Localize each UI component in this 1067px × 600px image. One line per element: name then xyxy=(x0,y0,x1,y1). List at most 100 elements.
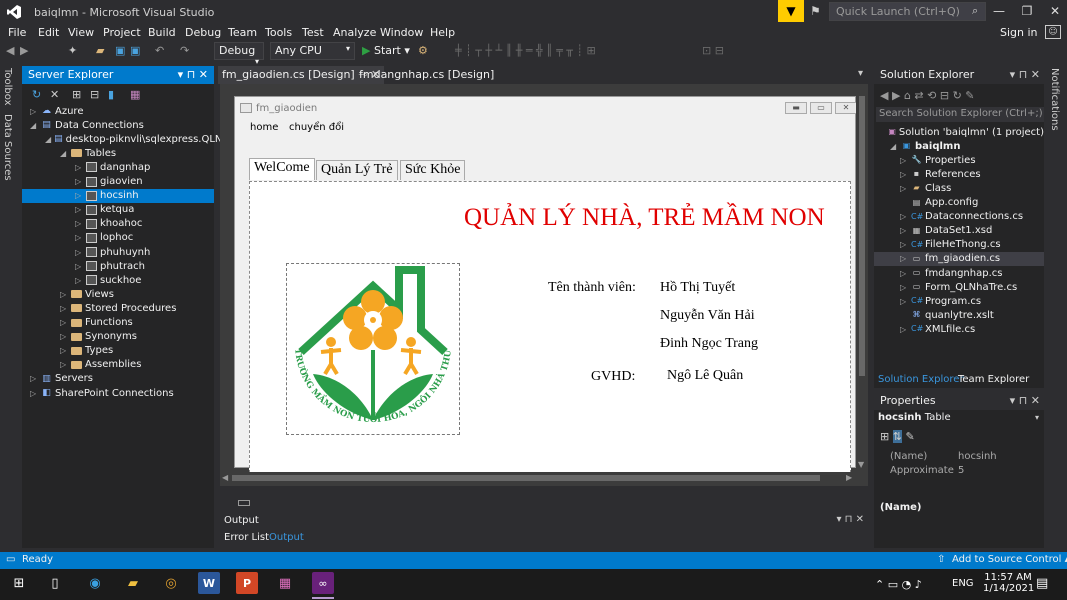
scroll-left-icon[interactable]: ◀ xyxy=(222,473,228,482)
horizontal-scroll-thumb[interactable] xyxy=(232,475,820,481)
form-menu-chuyen-doi[interactable]: chuyển đổi xyxy=(289,122,344,133)
system-tray-icons[interactable]: ⌃ ▭ ◔ ♪ xyxy=(875,578,922,591)
expand-arrow-icon[interactable]: ▷ xyxy=(900,269,908,278)
property-value-2[interactable]: 5 xyxy=(958,465,964,476)
solution-tree-item[interactable]: ⌘ quanlytre.xslt xyxy=(874,308,1044,322)
server-tree-item[interactable]: ▷ khoahoc xyxy=(22,217,214,231)
solution-tree-item[interactable]: ▷ ▪ References xyxy=(874,167,1044,181)
toolbox-tab[interactable]: Toolbox xyxy=(2,68,13,106)
new-project-icon[interactable]: ✦ xyxy=(68,44,77,58)
notifications-tab[interactable]: Notifications xyxy=(1049,68,1060,131)
server-tree-item[interactable]: ▷ ketqua xyxy=(22,203,214,217)
solution-tree-item[interactable]: ▷ C# FileHeThong.cs xyxy=(874,238,1044,252)
redo-icon[interactable]: ↷ xyxy=(180,44,189,58)
expand-arrow-icon[interactable]: ▷ xyxy=(900,184,908,193)
word-icon[interactable]: W xyxy=(198,572,220,594)
photos-icon[interactable]: ▦ xyxy=(274,572,296,594)
expand-arrow-icon[interactable]: ▷ xyxy=(900,254,908,263)
server-tree-item[interactable]: ▷ Functions xyxy=(22,316,214,330)
expand-arrow-icon[interactable]: ▷ xyxy=(60,346,68,355)
chevron-down-icon[interactable]: ▾ xyxy=(1035,413,1039,422)
tab-fmdangnhap-design[interactable]: fmdangnhap.cs [Design] xyxy=(355,66,498,84)
expand-arrow-icon[interactable]: ▷ xyxy=(75,191,83,200)
tab-team-explorer[interactable]: Team Explorer xyxy=(958,374,1029,385)
undo-icon[interactable]: ↶ xyxy=(155,44,164,58)
server-tree-item[interactable]: ▷ ◧ SharePoint Connections xyxy=(22,386,214,400)
alphabetical-icon[interactable]: ⇅ xyxy=(892,430,902,443)
solution-tree-item[interactable]: ▷ C# XMLfile.cs xyxy=(874,322,1044,336)
server-tree-item[interactable]: ▷ Stored Procedures xyxy=(22,301,214,315)
chrome-icon[interactable]: ◎ xyxy=(160,572,182,594)
expand-arrow-icon[interactable]: ▷ xyxy=(75,262,83,271)
solution-tree-item[interactable]: ▣ Solution 'baiqlmn' (1 project) xyxy=(874,125,1044,139)
expand-arrow-icon[interactable]: ▷ xyxy=(60,304,68,313)
server-tree-item[interactable]: ▷ giaovien xyxy=(22,175,214,189)
panel-controls[interactable]: ▾ ⊓ ✕ xyxy=(836,514,864,525)
menu-strip-component-icon[interactable] xyxy=(238,500,250,506)
expand-arrow-icon[interactable]: ▷ xyxy=(60,360,68,369)
expand-arrow-icon[interactable]: ▷ xyxy=(900,283,908,292)
language-indicator[interactable]: ENG xyxy=(952,578,974,589)
refresh-icon[interactable]: ↻ xyxy=(32,88,41,102)
expand-arrow-icon[interactable]: ▷ xyxy=(900,240,908,249)
volume-icon[interactable]: ♪ xyxy=(915,578,922,591)
property-value-1[interactable]: hocsinh xyxy=(958,451,997,462)
server-tree-item[interactable]: ▷ Assemblies xyxy=(22,358,214,372)
solution-search-input[interactable]: Search Solution Explorer (Ctrl+;) xyxy=(876,107,1044,122)
form-close-button[interactable]: ✕ xyxy=(835,102,857,114)
menu-tools[interactable]: Tools xyxy=(265,26,292,39)
azure-connect-icon[interactable]: ▮ xyxy=(108,88,114,102)
start-button[interactable]: ▶ Start ▾ xyxy=(362,44,410,57)
menu-team[interactable]: Team xyxy=(228,26,257,39)
property-object-selector[interactable]: hocsinh Table xyxy=(878,412,951,423)
server-tree-item[interactable]: ◢ ▤ Data Connections xyxy=(22,118,214,132)
powerpoint-icon[interactable]: P xyxy=(236,572,258,594)
tab-output[interactable]: Output xyxy=(269,532,304,543)
menu-test[interactable]: Test xyxy=(302,26,324,39)
connect-server-icon[interactable]: ⊟ xyxy=(90,88,99,102)
wrench-icon[interactable]: ✎ xyxy=(905,430,914,443)
expand-arrow-icon[interactable]: ▷ xyxy=(30,389,38,398)
server-tree-item[interactable]: ◢ ▤ desktop-piknvli\sqlexpress.QLN xyxy=(22,132,222,146)
solution-tree-item[interactable]: ▷ ▭ Form_QLNhaTre.cs xyxy=(874,280,1044,294)
panel-controls[interactable]: ▾ ⊓ ✕ xyxy=(178,68,208,81)
form-menu-home[interactable]: home xyxy=(250,122,278,133)
close-button[interactable]: ✕ xyxy=(1040,0,1067,22)
browser-link-icon[interactable]: ⚙ xyxy=(418,44,428,58)
server-tree-item[interactable]: ▷ lophoc xyxy=(22,231,214,245)
server-tree-item[interactable]: ▷ ▥ Servers xyxy=(22,372,214,386)
switch-views-icon[interactable]: ⇄ xyxy=(914,89,923,102)
expand-arrow-icon[interactable]: ▷ xyxy=(75,205,83,214)
collapse-icon[interactable]: ⊟ xyxy=(940,89,949,102)
expand-arrow-icon[interactable]: ▷ xyxy=(900,297,908,306)
platform-select[interactable]: Any CPU ▾ xyxy=(270,42,355,60)
solution-tree-item[interactable]: ▤ App.config xyxy=(874,196,1044,210)
wrench-icon[interactable]: ✎ xyxy=(965,89,974,102)
solution-tree-item[interactable]: ▷ C# Dataconnections.cs xyxy=(874,210,1044,224)
network-icon[interactable]: ◔ xyxy=(902,578,912,591)
tab-overflow-icon[interactable]: ▾ xyxy=(858,68,863,79)
edge-icon[interactable]: ◉ xyxy=(84,572,106,594)
expand-arrow-icon[interactable]: ▷ xyxy=(75,233,83,242)
form-tab-welcome[interactable]: WelCome xyxy=(249,158,315,180)
configuration-select[interactable]: Debug ▾ xyxy=(214,42,264,66)
panel-controls[interactable]: ▾ ⊓ ✕ xyxy=(1010,68,1040,81)
chevron-up-icon[interactable]: ⌃ xyxy=(875,578,884,591)
form-maximize-button[interactable]: ▭ xyxy=(810,102,832,114)
visual-studio-taskbar-icon[interactable]: ∞ xyxy=(312,572,334,594)
expand-arrow-icon[interactable]: ▷ xyxy=(75,177,83,186)
add-to-source-control-button[interactable]: Add to Source Control ▴ xyxy=(952,554,1067,565)
solution-tree-item[interactable]: ▷ ▭ fm_giaodien.cs xyxy=(874,251,1044,266)
filter-icon[interactable]: ▼ xyxy=(778,0,804,22)
stop-icon[interactable]: ✕ xyxy=(50,88,59,102)
panel-controls[interactable]: ▾ ⊓ ✕ xyxy=(1010,394,1040,407)
expand-arrow-icon[interactable]: ▷ xyxy=(900,226,908,235)
account-icon[interactable]: ☺ xyxy=(1045,25,1061,39)
form-tab-quan-ly-tre[interactable]: Quản Lý Trẻ xyxy=(316,160,398,180)
quick-launch-input[interactable]: Quick Launch (Ctrl+Q) xyxy=(829,2,986,21)
expand-arrow-icon[interactable]: ▷ xyxy=(900,325,908,334)
file-explorer-icon[interactable]: ▰ xyxy=(122,572,144,594)
minimize-button[interactable]: — xyxy=(984,0,1014,22)
categorized-icon[interactable]: ⊞ xyxy=(880,430,889,443)
expand-arrow-icon[interactable]: ▷ xyxy=(900,212,908,221)
